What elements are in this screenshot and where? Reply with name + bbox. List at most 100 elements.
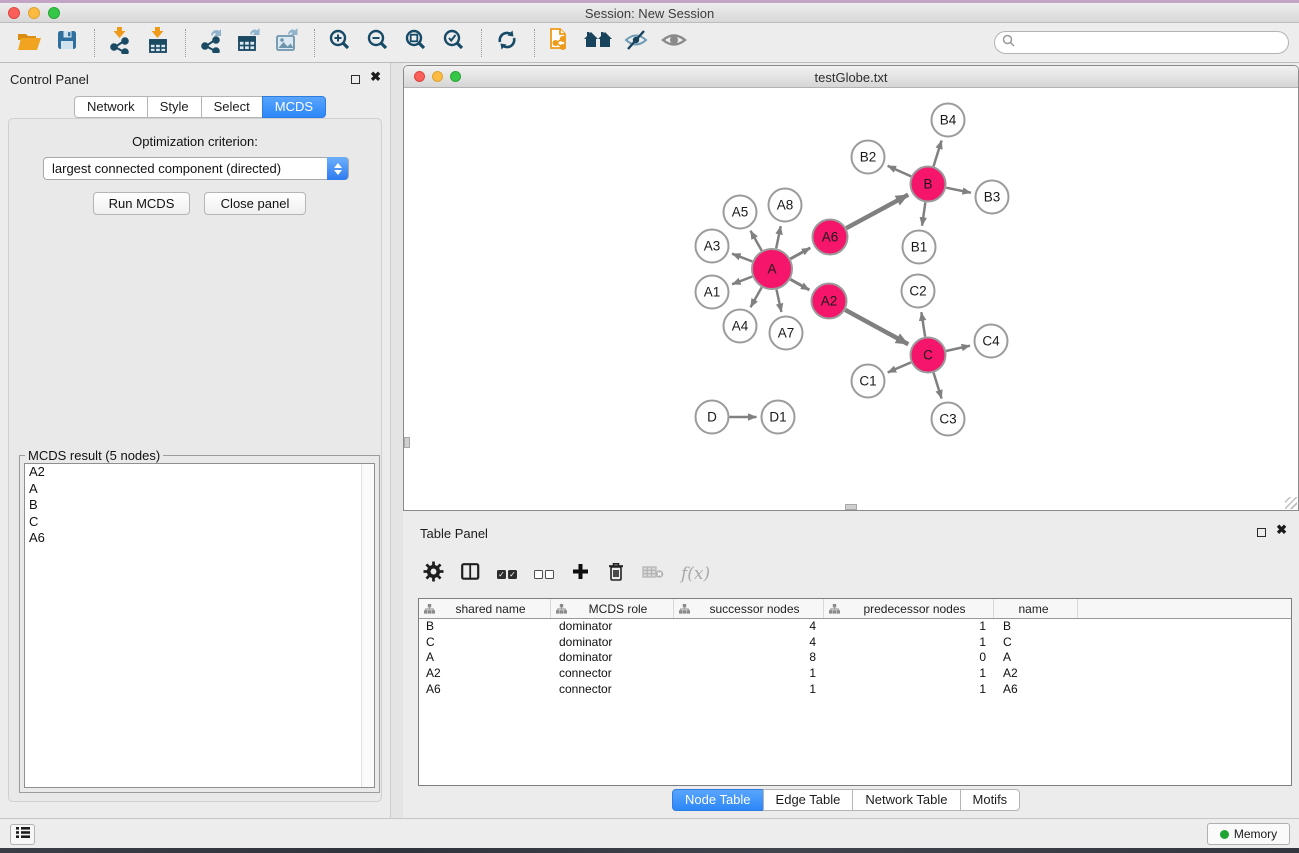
table-settings-button[interactable]	[423, 561, 444, 587]
columns-icon	[461, 563, 480, 585]
edge-A-A2[interactable]	[790, 279, 809, 290]
delete-column-button[interactable]	[607, 561, 625, 587]
result-list-scrollbar[interactable]	[361, 464, 374, 787]
column-header-label: predecessor nodes	[840, 602, 993, 616]
edge-A-A3[interactable]	[732, 254, 752, 262]
export-network-button[interactable]	[196, 27, 226, 59]
close-panel-icon[interactable]: ✖	[370, 69, 381, 85]
graph-node-label-A8: A8	[777, 198, 794, 213]
open-file-button[interactable]	[14, 27, 44, 59]
attribute-icon	[679, 604, 690, 614]
edge-C-C2[interactable]	[921, 312, 925, 336]
zoom-out-button[interactable]	[363, 27, 393, 59]
edge-A-A4[interactable]	[751, 287, 762, 307]
node-table[interactable]: shared nameMCDS rolesuccessor nodes prede…	[418, 598, 1292, 786]
network-vertical-scrollbar[interactable]	[404, 437, 410, 448]
tab-network-table[interactable]: Network Table	[852, 789, 960, 811]
run-mcds-button[interactable]: Run MCDS	[93, 192, 190, 215]
table-row[interactable]: A6connector11A6	[419, 682, 1291, 698]
export-image-button[interactable]	[272, 27, 302, 59]
show-columns-button[interactable]	[461, 563, 480, 585]
column-header-predecessor-nodes[interactable]: predecessor nodes	[824, 599, 994, 618]
table-cell: dominator	[551, 650, 674, 666]
refresh-button[interactable]	[492, 27, 522, 59]
search-input[interactable]	[1020, 36, 1288, 50]
edge-C-C4[interactable]	[946, 346, 970, 351]
edge-B-B2[interactable]	[888, 166, 912, 177]
zoom-in-button[interactable]	[325, 27, 355, 59]
save-session-button[interactable]	[52, 27, 82, 59]
table-row[interactable]: A2connector11A2	[419, 666, 1291, 682]
unselect-all-columns-button[interactable]	[534, 570, 554, 579]
column-header-label: name	[994, 602, 1077, 616]
graph-node-label-B4: B4	[940, 113, 957, 128]
float-panel-icon[interactable]	[351, 75, 360, 84]
table-row[interactable]: Cdominator41C	[419, 635, 1291, 651]
edge-A6-B[interactable]	[846, 195, 908, 228]
edge-A-A7[interactable]	[776, 290, 781, 312]
column-header-successor-nodes[interactable]: successor nodes	[674, 599, 824, 618]
edge-B-B1[interactable]	[922, 202, 925, 225]
tab-edge-table[interactable]: Edge Table	[763, 789, 854, 811]
search-field[interactable]	[994, 31, 1289, 54]
edge-A-A8[interactable]	[776, 226, 781, 248]
resize-grip-icon[interactable]	[1285, 497, 1297, 509]
graph-node-label-B2: B2	[860, 150, 877, 165]
float-table-panel-icon[interactable]	[1257, 528, 1266, 537]
table-panel-title: Table Panel	[420, 526, 488, 541]
table-row[interactable]: Adominator80A	[419, 650, 1291, 666]
tab-style[interactable]: Style	[147, 96, 202, 118]
result-item: B	[25, 497, 374, 514]
close-panel-button[interactable]: Close panel	[204, 192, 306, 215]
mcds-result-list[interactable]: A2ABCA6	[24, 463, 375, 788]
tab-select[interactable]: Select	[201, 96, 263, 118]
column-header-shared-name[interactable]: shared name	[419, 599, 551, 618]
tab-network[interactable]: Network	[74, 96, 148, 118]
table-cell: 1	[674, 682, 824, 698]
session-titlebar[interactable]: Session: New Session	[0, 3, 1299, 23]
tab-mcds[interactable]: MCDS	[262, 96, 326, 118]
edge-C-C3[interactable]	[934, 373, 942, 399]
table-type-tabs: Node TableEdge TableNetwork TableMotifs	[672, 789, 1020, 811]
import-network-button[interactable]	[105, 27, 135, 59]
show-graphics-details-button[interactable]	[659, 27, 689, 59]
create-column-button[interactable]	[571, 562, 590, 586]
attribute-icon	[556, 604, 567, 614]
table-cell: dominator	[551, 619, 674, 635]
new-session-button[interactable]	[545, 27, 575, 59]
column-header-name[interactable]: name	[994, 599, 1078, 618]
edge-A2-C[interactable]	[845, 310, 908, 344]
graph-node-label-A5: A5	[732, 205, 749, 220]
edge-B-B3[interactable]	[946, 188, 971, 193]
edge-A-A5[interactable]	[751, 231, 762, 251]
table-row[interactable]: Bdominator41B	[419, 619, 1291, 635]
zoom-fit-button[interactable]	[401, 27, 431, 59]
memory-label: Memory	[1234, 827, 1277, 841]
export-table-button[interactable]	[234, 27, 264, 59]
zoom-selected-button[interactable]	[439, 27, 469, 59]
tab-node-table[interactable]: Node Table	[672, 789, 764, 811]
task-history-button[interactable]	[10, 824, 35, 845]
network-view-window: testGlobe.txt AA1A2A3A4A5A6A7A8BB1B2B3B4…	[403, 65, 1299, 511]
import-table-button[interactable]	[143, 27, 173, 59]
network-canvas[interactable]: AA1A2A3A4A5A6A7A8BB1B2B3B4CC1C2C3C4DD1	[404, 88, 1298, 510]
edge-C-C1[interactable]	[888, 362, 911, 372]
function-builder-button[interactable]: f(x)	[681, 564, 710, 584]
delete-table-button[interactable]	[642, 565, 664, 584]
column-header-MCDS-role[interactable]: MCDS role	[551, 599, 674, 618]
home-button[interactable]	[583, 27, 613, 59]
edge-A-A6[interactable]	[790, 248, 810, 259]
hide-graphics-details-button[interactable]	[621, 27, 651, 59]
table-cell: 1	[674, 666, 824, 682]
network-horizontal-scrollbar[interactable]	[845, 504, 857, 510]
edge-A-A1[interactable]	[732, 277, 752, 285]
network-window-titlebar[interactable]: testGlobe.txt	[404, 66, 1298, 88]
criterion-select[interactable]: largest connected component (directed)	[43, 157, 349, 180]
select-all-columns-button[interactable]: ✓✓	[497, 570, 517, 579]
panel-divider[interactable]	[390, 63, 403, 818]
tab-motifs[interactable]: Motifs	[960, 789, 1021, 811]
edge-B-B4[interactable]	[934, 141, 942, 167]
result-item: A6	[25, 530, 374, 547]
memory-button[interactable]: Memory	[1207, 823, 1290, 845]
close-table-panel-icon[interactable]: ✖	[1276, 522, 1287, 538]
